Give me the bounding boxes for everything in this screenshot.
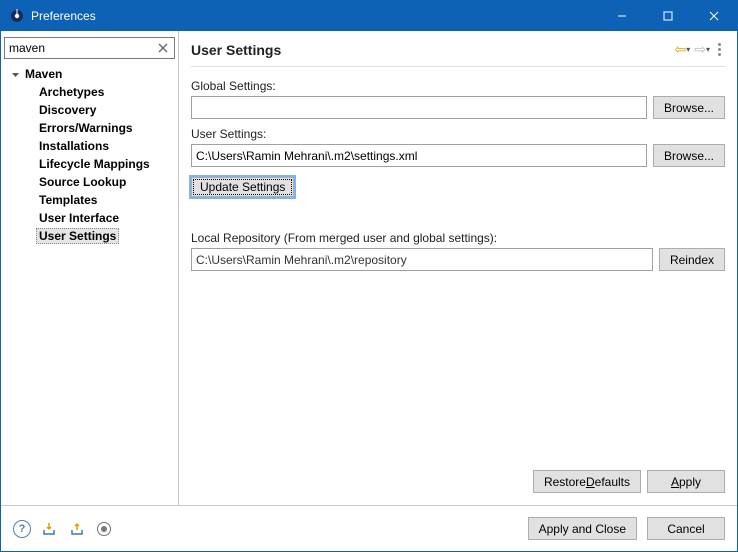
clear-filter-icon[interactable] — [155, 40, 171, 56]
tree-item-user-settings[interactable]: User Settings — [4, 227, 175, 245]
search-wrap — [4, 37, 175, 59]
body: Maven Archetypes Discovery Errors/Warnin… — [1, 31, 737, 505]
tree-item-label: Source Lookup — [39, 175, 126, 189]
apply-and-close-button[interactable]: Apply and Close — [528, 517, 637, 540]
preferences-window: Preferences Maven Archetyp — [0, 0, 738, 552]
cancel-button[interactable]: Cancel — [647, 517, 725, 540]
tree-item-label: User Settings — [39, 229, 116, 243]
titlebar: Preferences — [1, 1, 737, 31]
tree-item-templates[interactable]: Templates — [4, 191, 175, 209]
page-title: User Settings — [191, 42, 675, 58]
tree-item-installations[interactable]: Installations — [4, 137, 175, 155]
user-settings-label: User Settings: — [191, 127, 725, 141]
window-controls — [599, 1, 737, 31]
export-icon[interactable] — [69, 520, 87, 538]
close-button[interactable] — [691, 1, 737, 31]
browse-global-button[interactable]: Browse... — [653, 96, 725, 119]
global-settings-label: Global Settings: — [191, 79, 725, 93]
form: Global Settings: Browse... User Settings… — [179, 67, 737, 271]
tree-item-label: Discovery — [39, 103, 96, 117]
tree-item-label: Errors/Warnings — [39, 121, 133, 135]
restore-defaults-button[interactable]: Restore Defaults — [533, 470, 641, 493]
tree-item-label: Lifecycle Mappings — [39, 157, 150, 171]
maximize-button[interactable] — [645, 1, 691, 31]
window-title: Preferences — [31, 9, 599, 23]
tree-item-label: Installations — [39, 139, 109, 153]
nav-back-button[interactable]: ⇦ ▾ — [675, 41, 691, 58]
tree-item-label: User Interface — [39, 211, 119, 225]
tree-item-label: Maven — [25, 67, 62, 81]
arrow-right-icon: ⇨ — [694, 41, 706, 58]
view-menu-button[interactable] — [714, 43, 725, 56]
tree-item-errors-warnings[interactable]: Errors/Warnings — [4, 119, 175, 137]
local-repo-label: Local Repository (From merged user and g… — [191, 231, 725, 245]
footer: ? Apply and Close Cancel — [1, 505, 737, 551]
update-settings-button[interactable]: Update Settings — [191, 177, 294, 197]
global-settings-input[interactable] — [191, 96, 647, 119]
local-repo-input[interactable] — [191, 248, 653, 271]
tree-item-label: Templates — [39, 193, 97, 207]
chevron-down-icon — [8, 70, 22, 79]
header-toolbar: ⇦ ▾ ⇨ ▾ — [675, 41, 726, 58]
preference-tree: Maven Archetypes Discovery Errors/Warnin… — [4, 63, 175, 501]
tree-item-label: Archetypes — [39, 85, 104, 99]
tree-item-archetypes[interactable]: Archetypes — [4, 83, 175, 101]
oomph-record-icon[interactable] — [97, 522, 111, 536]
tree-item-lifecycle-mappings[interactable]: Lifecycle Mappings — [4, 155, 175, 173]
tree-item-user-interface[interactable]: User Interface — [4, 209, 175, 227]
dropdown-icon: ▾ — [686, 45, 690, 54]
filter-input[interactable] — [4, 37, 175, 59]
tree-item-maven[interactable]: Maven — [4, 65, 175, 83]
reindex-button[interactable]: Reindex — [659, 248, 725, 271]
app-icon — [9, 8, 25, 24]
apply-button[interactable]: Apply — [647, 470, 725, 493]
user-settings-input[interactable] — [191, 144, 647, 167]
content-header: User Settings ⇦ ▾ ⇨ ▾ — [179, 31, 737, 62]
tree-item-source-lookup[interactable]: Source Lookup — [4, 173, 175, 191]
nav-forward-button[interactable]: ⇨ ▾ — [694, 41, 710, 58]
content-pane: User Settings ⇦ ▾ ⇨ ▾ Global Settings: B… — [179, 31, 737, 505]
import-icon[interactable] — [41, 520, 59, 538]
tree-item-discovery[interactable]: Discovery — [4, 101, 175, 119]
browse-user-button[interactable]: Browse... — [653, 144, 725, 167]
page-actions: Restore Defaults Apply — [179, 462, 737, 505]
dropdown-icon: ▾ — [706, 45, 710, 54]
sidebar: Maven Archetypes Discovery Errors/Warnin… — [1, 31, 179, 505]
help-icon[interactable]: ? — [13, 520, 31, 538]
arrow-left-icon: ⇦ — [675, 41, 687, 58]
minimize-button[interactable] — [599, 1, 645, 31]
